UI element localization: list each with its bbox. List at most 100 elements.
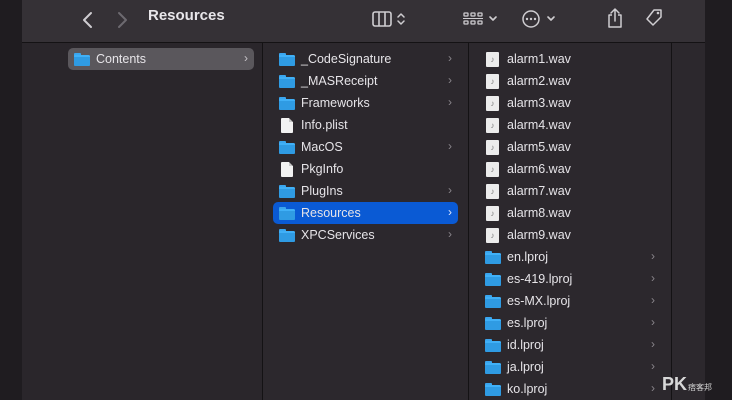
folder-icon: [485, 316, 501, 330]
grid-group-icon: [462, 12, 483, 25]
item-label: alarm2.wav: [507, 74, 571, 88]
column3-item[interactable]: ♪ alarm5.wav: [479, 136, 661, 158]
column2-item[interactable]: _MASReceipt ›: [273, 70, 458, 92]
audio-file-icon: ♪: [486, 51, 499, 67]
column2-item[interactable]: Info.plist: [273, 114, 458, 136]
item-label: en.lproj: [507, 250, 548, 264]
item-label: PlugIns: [301, 184, 343, 198]
folder-icon: [485, 382, 501, 396]
chevron-up-down-icon: [397, 13, 405, 25]
item-label: ja.lproj: [507, 360, 544, 374]
chevron-right-icon: ›: [651, 337, 655, 351]
column3-item[interactable]: ♪ alarm4.wav: [479, 114, 661, 136]
audio-file-icon: ♪: [486, 139, 499, 155]
column-empty: [672, 43, 705, 400]
chevron-right-icon: ›: [448, 183, 452, 197]
column2-item[interactable]: _CodeSignature ›: [273, 48, 458, 70]
chevron-right-icon: ›: [448, 205, 452, 219]
column-app-bundle[interactable]: _CodeSignature › _MASReceipt › Frameworks › In…: [263, 43, 469, 400]
item-label: _CodeSignature: [301, 52, 392, 66]
chevron-right-icon: ›: [244, 51, 248, 65]
column3-item[interactable]: id.lproj ›: [479, 334, 661, 356]
item-label: MacOS: [301, 140, 343, 154]
chevron-right-icon: ›: [448, 139, 452, 153]
folder-icon: [279, 52, 295, 66]
column-contents[interactable]: Contents ›: [22, 43, 263, 400]
item-label: alarm6.wav: [507, 162, 571, 176]
column3-item[interactable]: ko.lproj ›: [479, 378, 661, 400]
chevron-down-icon: [546, 16, 555, 21]
folder-icon: [485, 360, 501, 374]
column1-item[interactable]: Contents ›: [68, 48, 254, 70]
column3-item[interactable]: es.lproj ›: [479, 312, 661, 334]
column3-item[interactable]: ♪ alarm7.wav: [479, 180, 661, 202]
toolbar: Resources: [22, 0, 705, 43]
audio-file-icon: ♪: [486, 205, 499, 221]
column3-item[interactable]: ♪ alarm6.wav: [479, 158, 661, 180]
audio-file-icon: ♪: [486, 73, 499, 89]
chevron-right-icon: ›: [651, 249, 655, 263]
chevron-right-icon: ›: [651, 293, 655, 307]
window-title: Resources: [148, 7, 225, 24]
back-button[interactable]: [76, 8, 100, 32]
item-label: alarm7.wav: [507, 184, 571, 198]
item-label: alarm5.wav: [507, 140, 571, 154]
column2-item[interactable]: Resources ›: [273, 202, 458, 224]
item-label: id.lproj: [507, 338, 544, 352]
chevron-right-icon: ›: [448, 95, 452, 109]
column3-item[interactable]: ja.lproj ›: [479, 356, 661, 378]
share-icon: [608, 8, 622, 28]
column2-item[interactable]: XPCServices ›: [273, 224, 458, 246]
ellipsis-circle-icon: [521, 10, 540, 28]
column3-item[interactable]: ♪ alarm8.wav: [479, 202, 661, 224]
item-label: ko.lproj: [507, 382, 548, 396]
document-icon: [281, 117, 293, 133]
folder-icon: [279, 74, 295, 88]
action-button[interactable]: [517, 6, 559, 32]
item-label: XPCServices: [301, 228, 375, 242]
group-button[interactable]: [459, 6, 501, 32]
folder-icon: [279, 184, 295, 198]
chevron-right-icon: ›: [448, 51, 452, 65]
folder-icon: [279, 228, 295, 242]
folder-icon: [485, 338, 501, 352]
folder-icon: [74, 52, 90, 66]
chevron-right-icon: ›: [448, 227, 452, 241]
tag-button[interactable]: [641, 5, 667, 31]
chevron-right-icon: ›: [651, 381, 655, 395]
column3-item[interactable]: ♪ alarm1.wav: [479, 48, 661, 70]
view-mode-button[interactable]: [367, 6, 411, 32]
chevron-down-icon: [488, 16, 497, 21]
column3-item[interactable]: es-MX.lproj ›: [479, 290, 661, 312]
audio-file-icon: ♪: [486, 117, 499, 133]
audio-file-icon: ♪: [486, 95, 499, 111]
audio-file-icon: ♪: [486, 161, 499, 177]
finder-window: Resources Contents › _CodeSignature › _MASR…: [0, 0, 732, 400]
folder-icon: [279, 140, 295, 154]
forward-button[interactable]: [110, 8, 134, 32]
folder-icon: [279, 96, 295, 110]
column-resources[interactable]: ♪ alarm1.wav ♪ alarm2.wav ♪ alarm3.wav ♪ alarm4…: [469, 43, 672, 400]
item-label: Frameworks: [301, 96, 370, 110]
folder-icon: [485, 294, 501, 308]
column2-item[interactable]: Frameworks ›: [273, 92, 458, 114]
column2-item[interactable]: PlugIns ›: [273, 180, 458, 202]
item-label: alarm3.wav: [507, 96, 571, 110]
item-label: alarm8.wav: [507, 206, 571, 220]
item-label: _MASReceipt: [301, 74, 378, 88]
column2-item[interactable]: PkgInfo: [273, 158, 458, 180]
column2-item[interactable]: MacOS ›: [273, 136, 458, 158]
column3-item[interactable]: ♪ alarm9.wav: [479, 224, 661, 246]
item-label: alarm9.wav: [507, 228, 571, 242]
column3-item[interactable]: en.lproj ›: [479, 246, 661, 268]
column3-item[interactable]: ♪ alarm2.wav: [479, 70, 661, 92]
document-icon: [281, 161, 293, 177]
share-button[interactable]: [602, 5, 628, 31]
audio-file-icon: ♪: [486, 227, 499, 243]
chevron-right-icon: ›: [651, 359, 655, 373]
column3-item[interactable]: ♪ alarm3.wav: [479, 92, 661, 114]
column3-item[interactable]: es-419.lproj ›: [479, 268, 661, 290]
chevron-right-icon: ›: [651, 271, 655, 285]
column-browser: Contents › _CodeSignature › _MASReceipt › Fra…: [22, 43, 705, 400]
folder-icon: [279, 206, 295, 220]
